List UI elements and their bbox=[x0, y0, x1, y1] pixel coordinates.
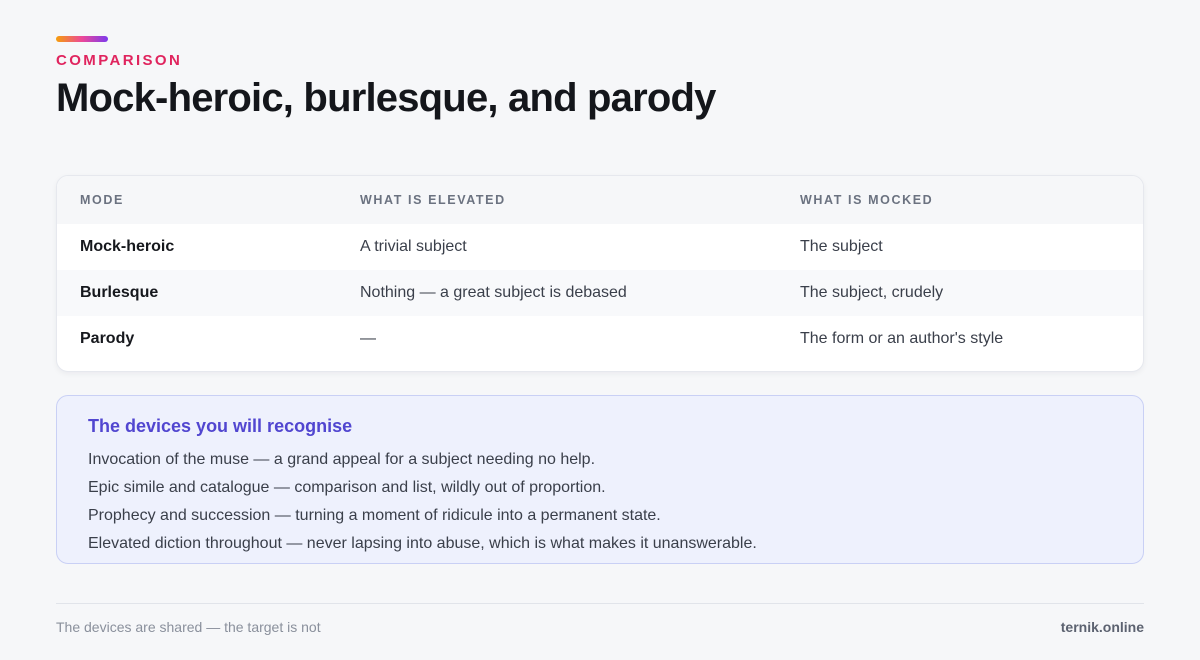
footer-caption: The devices are shared — the target is n… bbox=[56, 619, 321, 635]
column-header-mocked: WHAT IS MOCKED bbox=[800, 193, 934, 207]
callout-line: Invocation of the muse — a grand appeal … bbox=[88, 451, 596, 468]
column-header-mode: MODE bbox=[80, 193, 124, 207]
cell-mocked: The form or an author's style bbox=[800, 330, 1004, 347]
comparison-table: MODE WHAT IS ELEVATED WHAT IS MOCKED Moc… bbox=[56, 175, 1144, 372]
cell-mode: Burlesque bbox=[80, 284, 159, 301]
callout-line: Prophecy and succession — turning a mome… bbox=[88, 507, 661, 524]
cell-elevated: A trivial subject bbox=[360, 238, 467, 255]
footer-divider bbox=[56, 603, 1144, 604]
callout-line: Epic simile and catalogue — comparison a… bbox=[88, 479, 606, 496]
column-header-elevated: WHAT IS ELEVATED bbox=[360, 193, 506, 207]
footer-brand: ternik.online bbox=[1060, 619, 1144, 635]
cell-elevated: — bbox=[360, 330, 376, 347]
page-title: Mock-heroic, burlesque, and parody bbox=[56, 76, 716, 120]
table-header-row: MODE WHAT IS ELEVATED WHAT IS MOCKED bbox=[57, 176, 1143, 224]
devices-callout: The devices you will recognise Invocatio… bbox=[56, 395, 1144, 564]
cell-mode: Mock-heroic bbox=[80, 238, 175, 255]
cell-elevated: Nothing — a great subject is debased bbox=[360, 284, 627, 301]
callout-line: Elevated diction throughout — never laps… bbox=[88, 535, 757, 552]
accent-bar bbox=[56, 36, 108, 42]
eyebrow-label: COMPARISON bbox=[56, 52, 183, 69]
cell-mocked: The subject, crudely bbox=[800, 284, 944, 301]
table-row: Burlesque Nothing — a great subject is d… bbox=[57, 270, 1143, 316]
table-row: Mock-heroic A trivial subject The subjec… bbox=[57, 224, 1143, 270]
cell-mocked: The subject bbox=[800, 238, 883, 255]
table-row: Parody — The form or an author's style bbox=[57, 316, 1143, 362]
callout-title: The devices you will recognise bbox=[88, 416, 353, 436]
cell-mode: Parody bbox=[80, 330, 135, 347]
